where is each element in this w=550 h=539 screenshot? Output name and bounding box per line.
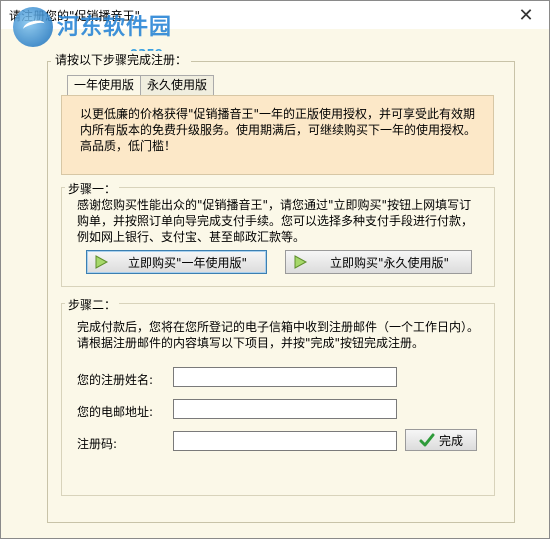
buy-permanent-button[interactable]: 立即购买"永久使用版" [285, 250, 472, 274]
watermark-logo-icon [13, 7, 53, 47]
step2-legend: 步骤二： [65, 296, 120, 313]
code-label: 注册码: [77, 437, 118, 451]
buy-one-year-button[interactable]: 立即购买"一年使用版" [86, 250, 267, 274]
play-icon [93, 254, 109, 270]
done-button[interactable]: 完成 [405, 429, 477, 451]
tab-panel-description: 以更低廉的价格获得"促销播音王"一年的正版使用授权，并可享受此有效期内所有版本的… [80, 107, 477, 137]
step1-legend: 步骤一： [65, 180, 120, 197]
tab-one-year[interactable]: 一年使用版 [67, 75, 142, 96]
step2-description: 完成付款后，您将在您所登记的电子信箱中收到注册邮件（一个工作日内）。请根据注册邮… [77, 320, 480, 350]
tab-panel-slogan: 高品质，低门槛！ [80, 139, 177, 153]
close-icon: ✕ [518, 4, 534, 26]
steps-group-legend: 请按以下步骤完成注册： [51, 51, 192, 68]
name-input[interactable] [173, 367, 397, 387]
watermark-text: 河东软件园 [57, 15, 173, 40]
buy-one-year-label: 立即购买"一年使用版" [127, 255, 248, 270]
tab-permanent[interactable]: 永久使用版 [140, 75, 215, 95]
email-input[interactable] [173, 399, 397, 419]
code-input[interactable] [173, 431, 397, 451]
name-label: 您的注册姓名: [77, 373, 154, 387]
registration-dialog: 请注册您的"促销播音王" ✕ 河东软件园 www.pc0359.cn 请按以下步… [0, 0, 550, 539]
step1-description: 感谢您购买性能出众的"促销播音王"，请您通过"立即购买"按钮上网填写订购单，并按… [77, 198, 474, 244]
email-label: 您的电邮地址: [77, 405, 154, 419]
buy-permanent-label: 立即购买"永久使用版" [329, 255, 450, 270]
close-button[interactable]: ✕ [503, 1, 549, 29]
checkmark-icon [419, 432, 435, 448]
done-label: 完成 [438, 433, 463, 448]
tab-panel-one-year: 以更低廉的价格获得"促销播音王"一年的正版使用授权，并可享受此有效期内所有版本的… [61, 95, 494, 175]
license-tabs: 一年使用版 永久使用版 [67, 75, 215, 96]
play-icon [292, 254, 308, 270]
